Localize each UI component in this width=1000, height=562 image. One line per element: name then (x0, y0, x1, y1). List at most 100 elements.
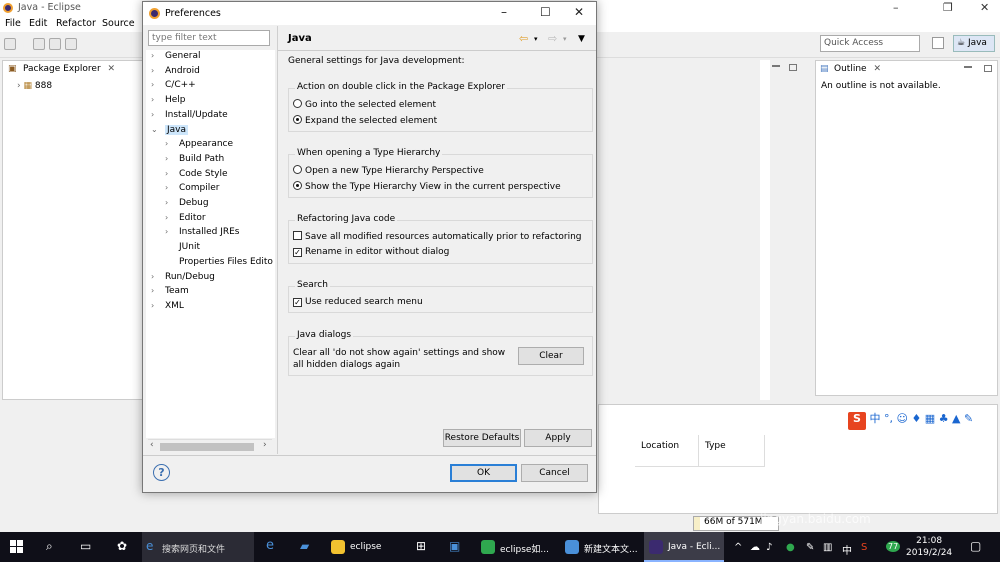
taskbar-app-notepad[interactable]: 新建文本文... (560, 532, 642, 562)
close-outline-tab-icon[interactable]: ✕ (873, 64, 881, 74)
location-column-header[interactable]: Location (635, 435, 699, 467)
scroll-left-icon[interactable]: ‹ (150, 440, 154, 450)
tray-cloud-icon[interactable]: ☁ (750, 542, 760, 553)
outline-minimize-icon[interactable] (964, 66, 972, 68)
dialog-maximize-icon[interactable]: ☐ (540, 5, 551, 19)
expand-arrow-icon[interactable]: › (151, 95, 165, 104)
go-into-radio[interactable]: Go into the selected element (293, 99, 436, 110)
tree-item-team[interactable]: › Team (151, 286, 189, 300)
scrollbar-thumb[interactable] (160, 443, 254, 451)
cancel-button[interactable]: Cancel (521, 464, 588, 482)
tree-item-debug[interactable]: › Debug (165, 198, 209, 212)
expand-arrow-icon[interactable]: › (151, 286, 165, 295)
tree-horizontal-scrollbar[interactable]: ‹ › (148, 439, 272, 452)
tray-badge[interactable]: 77 (886, 541, 901, 552)
reduced-search-checkbox[interactable]: ✓ Use reduced search menu (293, 297, 423, 307)
forward-menu-icon[interactable]: ▾ (563, 35, 567, 43)
expand-arrow-icon[interactable]: › (17, 81, 21, 91)
dialog-close-icon[interactable]: ✕ (574, 5, 584, 19)
tray-expand-icon[interactable]: ^ (734, 542, 742, 553)
save-icon[interactable] (33, 38, 45, 50)
volume-icon[interactable]: ♪ (766, 542, 772, 553)
filter-input[interactable] (148, 30, 270, 46)
scroll-right-icon[interactable]: › (263, 440, 267, 450)
back-arrow-icon[interactable]: ⇦ (519, 32, 528, 45)
tree-item-junit[interactable]: JUnit (165, 242, 200, 256)
tree-item-install-update[interactable]: › Install/Update (151, 110, 228, 124)
taskbar-app-eclipse-folder[interactable]: eclipse (326, 532, 406, 562)
outline-maximize-icon[interactable] (984, 65, 992, 72)
tree-item-android[interactable]: › Android (151, 66, 200, 80)
task-view-icon[interactable]: ▭ (80, 539, 91, 553)
store-icon[interactable]: ▰ (300, 539, 309, 553)
open-perspective-icon[interactable] (932, 37, 944, 49)
clear-button[interactable]: Clear (518, 347, 584, 365)
ok-button[interactable]: OK (450, 464, 517, 482)
tree-item-help[interactable]: › Help (151, 95, 186, 109)
expand-arrow-icon[interactable]: › (151, 110, 165, 119)
tree-item-xml[interactable]: › XML (151, 301, 184, 315)
notification-icon[interactable]: ▢ (970, 539, 981, 553)
expand-radio[interactable]: Expand the selected element (293, 115, 437, 126)
restore-defaults-button[interactable]: Restore Defaults (443, 429, 521, 447)
help-icon[interactable]: ? (153, 464, 170, 481)
back-menu-icon[interactable]: ▾ (534, 35, 538, 43)
dialog-minimize-icon[interactable]: – (501, 5, 507, 19)
tree-item-editor[interactable]: › Editor (165, 213, 206, 227)
expand-arrow-icon[interactable]: › (151, 51, 165, 60)
show-view-radio[interactable]: Show the Type Hierarchy View in the curr… (293, 181, 561, 192)
expand-arrow-icon[interactable]: › (165, 213, 179, 222)
tree-item-build-path[interactable]: › Build Path (165, 154, 224, 168)
close-icon[interactable]: ✕ (980, 1, 989, 14)
ime-toolbar[interactable]: S 中 °, ☺ ♦ ▦ ♣ ▲ ✎ (848, 410, 973, 430)
tree-item-c-c-[interactable]: › C/C++ (151, 80, 196, 94)
expand-arrow-icon[interactable]: › (165, 169, 179, 178)
quick-access-input[interactable]: Quick Access (820, 35, 920, 52)
forward-arrow-icon[interactable]: ⇨ (548, 32, 557, 45)
collapse-arrow-icon[interactable]: ⌄ (151, 125, 165, 134)
view-menu-icon[interactable]: ▼ (578, 34, 585, 44)
package-explorer-tab[interactable]: ▣ Package Explorer ✕ (3, 61, 120, 77)
new-icon[interactable] (4, 38, 16, 50)
menu-file[interactable]: File (5, 18, 21, 29)
clock[interactable]: 21:08 2019/2/24 (906, 535, 952, 559)
tree-item-code-style[interactable]: › Code Style (165, 169, 228, 183)
expand-arrow-icon[interactable]: › (165, 139, 179, 148)
shopping-bag-icon[interactable]: ⊞ (416, 539, 426, 553)
editor-maximize-icon[interactable] (789, 64, 797, 71)
app-icon[interactable]: ✿ (117, 539, 127, 553)
rename-in-editor-checkbox[interactable]: ✓ Rename in editor without dialog (293, 247, 449, 257)
tray-app-icon[interactable]: ● (786, 542, 795, 553)
expand-arrow-icon[interactable]: › (151, 301, 165, 310)
tree-item-properties-files-edito[interactable]: Properties Files Edito (165, 257, 273, 271)
tray-pen-icon[interactable]: ✎ (806, 542, 814, 553)
close-tab-icon[interactable]: ✕ (108, 64, 116, 74)
taskbar-search-box[interactable]: e 搜索网页和文件 (142, 532, 254, 562)
tree-item-compiler[interactable]: › Compiler (165, 183, 220, 197)
apply-button[interactable]: Apply (524, 429, 592, 447)
editor-minimize-icon[interactable] (772, 65, 780, 67)
minimize-icon[interactable]: – (893, 1, 899, 14)
search-icon[interactable]: ⌕ (46, 539, 53, 554)
print-icon[interactable] (65, 38, 77, 50)
menu-refactor[interactable]: Refactor (56, 18, 96, 29)
restore-icon[interactable]: ❐ (943, 1, 953, 14)
project-item[interactable]: › ▦ 888 (17, 81, 52, 91)
edge-icon[interactable]: e (266, 538, 274, 553)
app2-icon[interactable]: ▣ (449, 539, 460, 553)
save-all-icon[interactable] (49, 38, 61, 50)
type-column-header[interactable]: Type (699, 435, 765, 467)
tray-language[interactable]: 中 (842, 542, 852, 557)
menu-edit[interactable]: Edit (29, 18, 47, 29)
expand-arrow-icon[interactable]: › (151, 66, 165, 75)
new-perspective-radio[interactable]: Open a new Type Hierarchy Perspective (293, 165, 484, 176)
expand-arrow-icon[interactable]: › (151, 80, 165, 89)
expand-arrow-icon[interactable]: › (165, 198, 179, 207)
expand-arrow-icon[interactable]: › (165, 227, 179, 236)
sogou-tray-icon[interactable]: S (861, 542, 867, 553)
expand-arrow-icon[interactable]: › (165, 154, 179, 163)
tree-item-appearance[interactable]: › Appearance (165, 139, 233, 153)
start-button[interactable] (10, 540, 24, 554)
tree-item-java[interactable]: ⌄ Java (151, 124, 189, 139)
sash-splitter[interactable] (277, 26, 278, 454)
